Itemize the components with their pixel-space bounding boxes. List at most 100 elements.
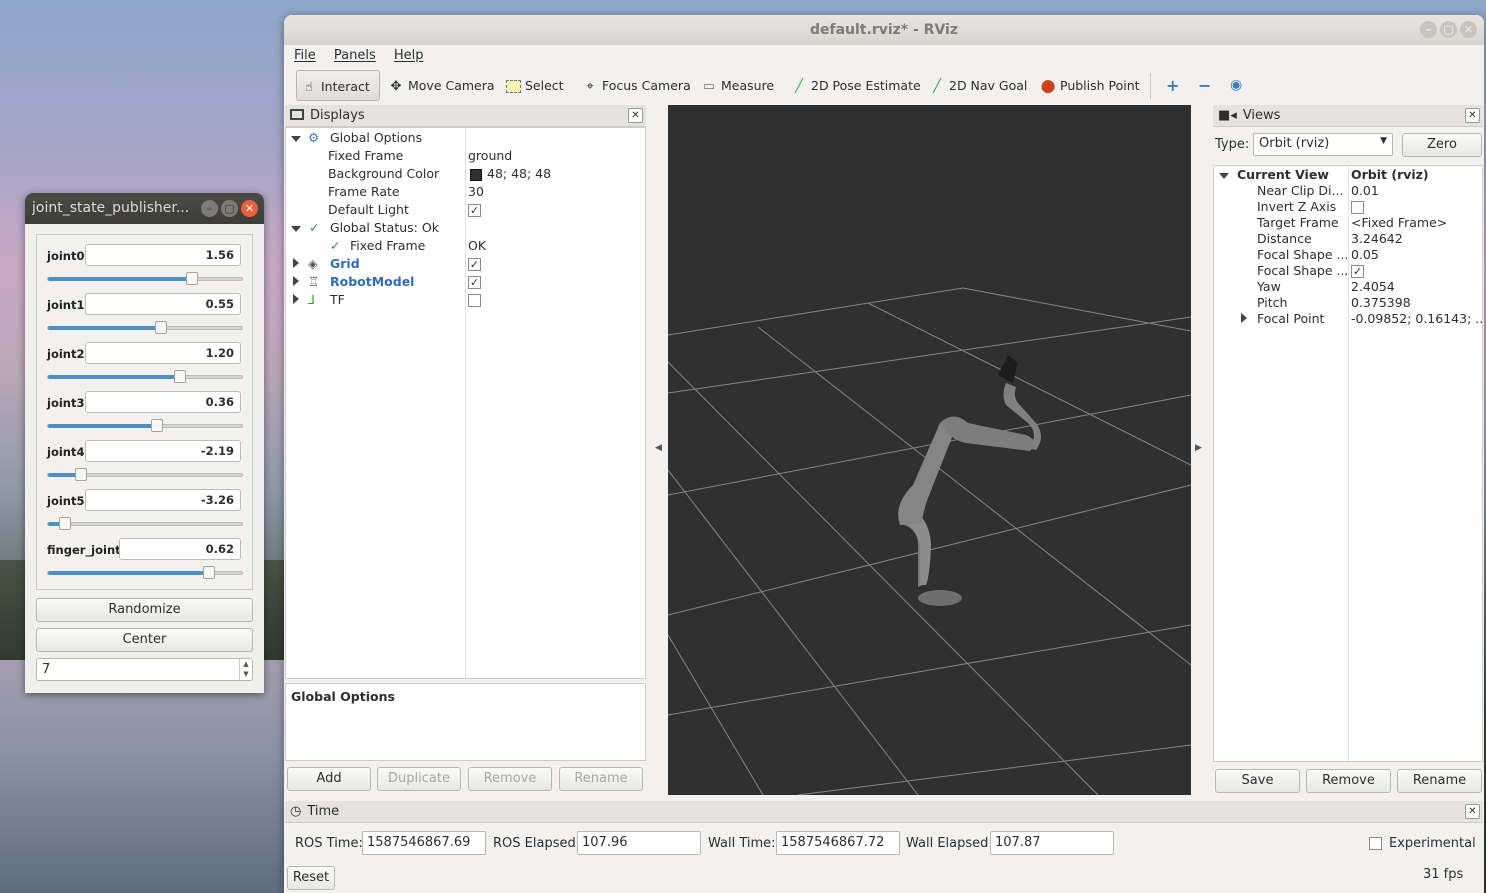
joint-value-field[interactable]: -2.19 (85, 440, 241, 462)
axes-icon: ⅃ (308, 292, 315, 307)
3d-viewport[interactable] (668, 105, 1191, 795)
close-icon[interactable]: ✕ (628, 108, 643, 123)
joint-value-field[interactable]: 1.20 (85, 342, 241, 364)
joint-value-field[interactable]: -3.26 (85, 489, 241, 511)
joint-value-field[interactable]: 0.62 (119, 538, 241, 560)
rename-view-button[interactable]: Rename (1397, 769, 1482, 793)
duplicate-button[interactable]: Duplicate (377, 767, 461, 791)
color-swatch[interactable] (470, 169, 482, 181)
expand-arrow-icon[interactable] (1219, 173, 1229, 179)
joint-slider[interactable] (47, 419, 243, 432)
minimize-icon[interactable]: – (201, 200, 218, 217)
collapse-arrow-icon[interactable] (1241, 310, 1247, 328)
jsp-titlebar[interactable]: joint_state_publisher... – ▢ ✕ (25, 193, 264, 224)
maximize-icon[interactable]: ▢ (1440, 21, 1457, 38)
remove-button[interactable]: Remove (468, 767, 552, 791)
interact-tool[interactable]: ☝ Interact (296, 70, 380, 101)
default-light-checkbox[interactable]: ✓ (468, 204, 481, 217)
collapse-arrow-icon[interactable] (293, 258, 299, 268)
ros-time-field[interactable]: 1587546867.69 (362, 831, 486, 855)
select-tool[interactable]: Select (502, 70, 564, 101)
menu-help[interactable]: Help (394, 45, 424, 67)
robot-model-checkbox[interactable]: ✓ (468, 276, 481, 289)
view-type-select[interactable]: Orbit (rviz) ▼ (1253, 133, 1393, 156)
tree-row-global-options[interactable]: ⚙ Global Options (286, 129, 645, 147)
randomize-button[interactable]: Randomize (36, 598, 253, 622)
slider-fill (48, 571, 210, 575)
minimize-icon[interactable]: – (1420, 21, 1437, 38)
measure-tool[interactable]: ▭ Measure (697, 70, 774, 101)
remove-tool-minus-icon[interactable]: − (1194, 70, 1211, 101)
collapse-arrow-icon[interactable] (293, 294, 299, 304)
zero-button[interactable]: Zero (1402, 133, 1482, 157)
expand-arrow-icon[interactable] (291, 226, 301, 232)
close-icon[interactable]: ✕ (1465, 804, 1480, 819)
frame-rate-value[interactable]: 30 (468, 183, 484, 201)
menu-panels[interactable]: Panels (334, 45, 376, 67)
views-title: Views (1242, 108, 1281, 123)
joint-value-field[interactable]: 0.55 (85, 293, 241, 315)
grid-checkbox[interactable]: ✓ (468, 258, 481, 271)
maximize-icon[interactable]: ▢ (221, 200, 238, 217)
tree-row-tf[interactable]: ⅃ TF (286, 291, 645, 309)
tf-checkbox[interactable] (468, 294, 481, 307)
save-view-button[interactable]: Save (1215, 769, 1300, 793)
close-icon[interactable]: ✕ (1465, 108, 1480, 123)
tree-row-robot-model[interactable]: ♖ RobotModel ✓ (286, 273, 645, 291)
joint-slider[interactable] (47, 517, 243, 530)
fixed-frame-value[interactable]: ground (468, 147, 512, 165)
add-tool-plus-icon[interactable]: + (1162, 70, 1179, 101)
close-icon[interactable]: ✕ (1460, 21, 1477, 38)
joint-value-field[interactable]: 0.36 (85, 391, 241, 413)
joint-count-spinbox[interactable]: 7 ▲ ▼ (36, 658, 253, 681)
view-prop-row[interactable]: Focal Point -0.09852; 0.16143; ... (1214, 310, 1482, 328)
tree-row-global-status[interactable]: ✓ Global Status: Ok (286, 219, 645, 237)
reset-button[interactable]: Reset (287, 866, 335, 890)
experimental-checkbox[interactable] (1369, 837, 1382, 850)
joint-slider[interactable] (47, 272, 243, 285)
ros-elapsed-field[interactable]: 107.96 (577, 831, 701, 855)
slider-handle[interactable] (154, 321, 167, 334)
left-collapse-arrow-icon[interactable]: ◀ (655, 443, 662, 453)
nav-goal-tool[interactable]: ╱ 2D Nav Goal (925, 70, 1027, 101)
pose-estimate-tool[interactable]: ╱ 2D Pose Estimate (787, 70, 921, 101)
tree-row-fixed-frame[interactable]: Fixed Frame ground (286, 147, 645, 165)
remove-view-button[interactable]: Remove (1306, 769, 1391, 793)
move-camera-tool[interactable]: ✥ Move Camera (384, 70, 495, 101)
slider-handle[interactable] (150, 419, 163, 432)
center-button[interactable]: Center (36, 628, 253, 652)
joint-slider[interactable] (47, 566, 243, 579)
slider-handle[interactable] (185, 272, 198, 285)
tree-row-status-fixed-frame[interactable]: ✓ Fixed Frame OK (286, 237, 645, 255)
close-icon[interactable]: ✕ (241, 200, 258, 217)
joint-slider[interactable] (47, 468, 243, 481)
tree-row-frame-rate[interactable]: Frame Rate 30 (286, 183, 645, 201)
spin-arrows-icon[interactable]: ▲ ▼ (239, 659, 252, 680)
slider-handle[interactable] (74, 468, 87, 481)
joint-slider[interactable] (47, 321, 243, 334)
menu-file[interactable]: File (294, 45, 316, 67)
collapse-arrow-icon[interactable] (293, 276, 299, 286)
rename-button[interactable]: Rename (559, 767, 643, 791)
slider-handle[interactable] (173, 370, 186, 383)
rviz-titlebar[interactable]: default.rviz* - RViz – ▢ ✕ (284, 15, 1484, 45)
ros-time-label: ROS Time: (295, 836, 363, 851)
focus-camera-tool[interactable]: ⌖ Focus Camera (578, 70, 690, 101)
tree-row-default-light[interactable]: Default Light ✓ (286, 201, 645, 219)
expand-arrow-icon[interactable] (291, 136, 301, 142)
view-prop-value[interactable]: -0.09852; 0.16143; ... (1351, 310, 1482, 328)
wall-time-field[interactable]: 1587546867.72 (776, 831, 900, 855)
joint-slider[interactable] (47, 370, 243, 383)
slider-fill (48, 424, 157, 428)
publish-point-tool[interactable]: ⬤ Publish Point (1036, 70, 1140, 101)
joint-value-field[interactable]: 1.56 (85, 244, 241, 266)
slider-handle[interactable] (203, 566, 216, 579)
wall-elapsed-field[interactable]: 107.87 (990, 831, 1114, 855)
background-color-value[interactable]: 48; 48; 48 (487, 165, 551, 183)
tree-row-background-color[interactable]: Background Color 48; 48; 48 (286, 165, 645, 183)
slider-handle[interactable] (59, 517, 72, 530)
tree-row-grid[interactable]: ◈ Grid ✓ (286, 255, 645, 273)
right-collapse-arrow-icon[interactable]: ▶ (1195, 443, 1202, 453)
eye-icon[interactable]: ◉ (1226, 70, 1242, 101)
add-button[interactable]: Add (287, 767, 371, 791)
